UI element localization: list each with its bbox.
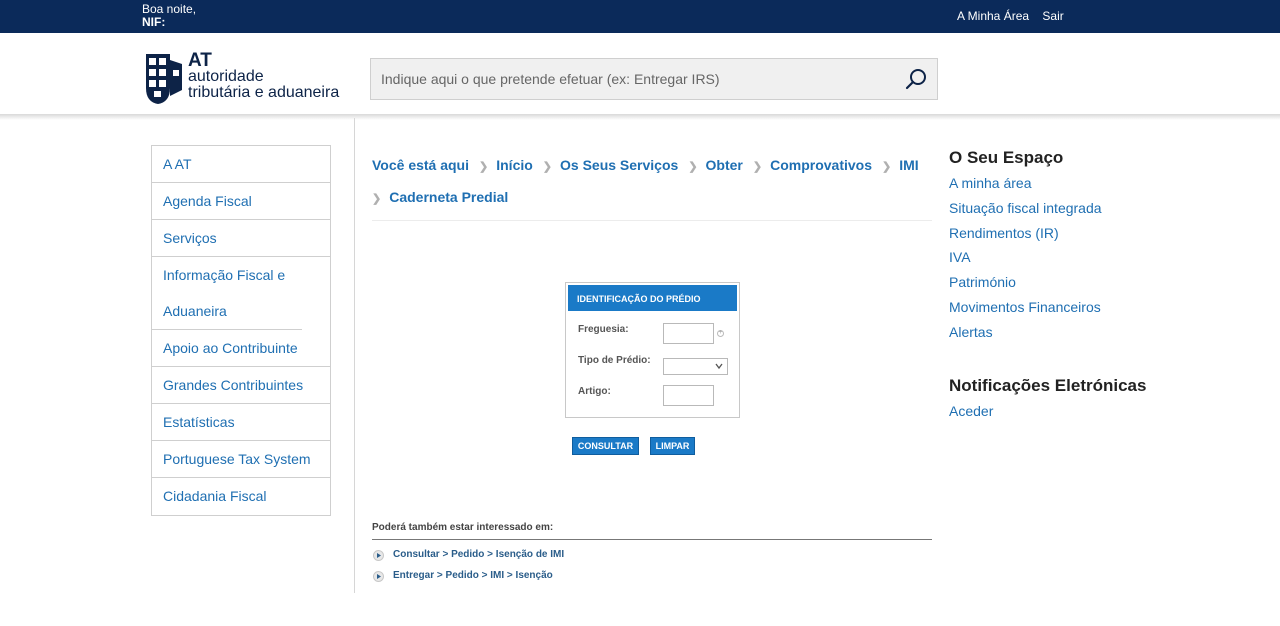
my-space-link-iva[interactable]: IVA	[949, 245, 1164, 270]
chevron-right-icon: ❯	[542, 161, 553, 173]
my-space-link-rendimentos[interactable]: Rendimentos (IR)	[949, 221, 1164, 246]
my-space-link-patrimonio[interactable]: Património	[949, 270, 1164, 295]
my-space-panel: O Seu Espaço A minha área Situação fisca…	[949, 148, 1164, 423]
chevron-right-icon: ❯	[479, 161, 489, 173]
logo-line2: autoridade	[188, 68, 264, 85]
related-link-label: Entregar > Pedido > IMI > Isenção	[393, 570, 553, 581]
play-bullet-icon	[373, 550, 384, 561]
my-space-title: O Seu Espaço	[949, 148, 1064, 167]
sidebar-item-grandes-contribuintes[interactable]: Grandes Contribuintes	[152, 367, 330, 404]
sidebar-item-cidadania-fiscal[interactable]: Cidadania Fiscal	[152, 478, 330, 515]
notifications-access-link[interactable]: Aceder	[949, 399, 1164, 424]
breadcrumb-divider	[372, 220, 932, 221]
breadcrumb-you-are-here: Você está aqui	[372, 157, 470, 173]
logo-line3: tributária e aduaneira	[188, 84, 340, 101]
related-heading: Poderá também estar interessado em:	[372, 522, 932, 540]
sidebar: A AT Agenda Fiscal Serviços Informação F…	[151, 145, 331, 516]
breadcrumb-caderneta-predial[interactable]: Caderneta Predial	[389, 182, 508, 212]
search-input[interactable]	[381, 69, 881, 89]
my-space-link-a-minha-area[interactable]: A minha área	[949, 171, 1164, 196]
top-bar: Boa noite, NIF: A Minha Área Sair	[0, 0, 1280, 33]
sidebar-item-servicos[interactable]: Serviços	[152, 220, 330, 257]
form-title: IDENTIFICAÇÃO DO PRÉDIO	[568, 285, 737, 311]
freguesia-label: Freguesia:	[578, 324, 629, 335]
notifications-title: Notificações Eletrónicas	[949, 375, 1147, 395]
breadcrumb-imi[interactable]: IMI	[899, 150, 918, 180]
chevron-right-icon: ❯	[752, 161, 763, 173]
header-shadow	[0, 114, 1280, 120]
my-space-link-situacao-fiscal[interactable]: Situação fiscal integrada	[949, 196, 1164, 221]
sidebar-item-estatisticas[interactable]: Estatísticas	[152, 404, 330, 441]
logo-text: AT autoridade tributária e aduaneira	[188, 50, 340, 101]
sidebar-item-apoio-contribuinte[interactable]: Apoio ao Contribuinte	[152, 330, 330, 367]
freguesia-field[interactable]	[663, 323, 714, 344]
tipo-predio-select[interactable]	[663, 358, 728, 375]
my-space-link-movimentos[interactable]: Movimentos Financeiros	[949, 295, 1164, 320]
play-bullet-icon	[373, 571, 384, 582]
search-box	[370, 58, 938, 100]
my-space-link-alertas[interactable]: Alertas	[949, 320, 1164, 345]
chevron-down-icon	[715, 363, 723, 370]
breadcrumb-obter[interactable]: Obter	[706, 150, 743, 180]
sidebar-item-agenda-fiscal[interactable]: Agenda Fiscal	[152, 183, 330, 220]
chevron-right-icon: ❯	[882, 161, 892, 173]
artigo-label: Artigo:	[578, 386, 611, 397]
chevron-right-icon: ❯	[688, 161, 698, 173]
related-link-label: Consultar > Pedido > Isenção de IMI	[393, 549, 565, 560]
consultar-button[interactable]: CONSULTAR	[572, 437, 639, 455]
artigo-field[interactable]	[663, 385, 714, 406]
column-divider	[354, 118, 355, 593]
shield-emblem-icon	[146, 54, 182, 104]
related-link[interactable]: Consultar > Pedido > Isenção de IMI	[372, 549, 932, 562]
breadcrumb-comprovativos[interactable]: Comprovativos	[770, 150, 872, 180]
limpar-button[interactable]: LIMPAR	[650, 437, 695, 455]
logo-line1: AT	[188, 50, 212, 71]
at-logo[interactable]: AT autoridade tributária e aduaneira	[144, 50, 359, 108]
sidebar-item-a-at[interactable]: A AT	[152, 146, 330, 183]
sidebar-item-portuguese-tax-system[interactable]: Portuguese Tax System	[152, 441, 330, 478]
chevron-right-icon: ❯	[372, 193, 382, 205]
sidebar-item-informacao-fiscal[interactable]: Informação Fiscal e Aduaneira	[152, 257, 302, 330]
property-identification-form: IDENTIFICAÇÃO DO PRÉDIO Freguesia: + Tip…	[565, 282, 740, 418]
related-links: Poderá também estar interessado em: Cons…	[372, 522, 932, 583]
lookup-icon[interactable]: +	[717, 330, 724, 337]
related-link[interactable]: Entregar > Pedido > IMI > Isenção	[372, 570, 932, 583]
top-links: A Minha Área Sair	[957, 9, 1074, 23]
my-area-link[interactable]: A Minha Área	[957, 9, 1029, 23]
nif-label: NIF:	[142, 15, 166, 29]
breadcrumb: Você está aqui ❯ Início ❯ Os Seus Serviços ❯ O…	[372, 150, 932, 214]
breadcrumb-inicio[interactable]: Início	[496, 150, 533, 180]
user-greeting: Boa noite, NIF:	[142, 3, 196, 29]
logout-link[interactable]: Sair	[1042, 9, 1063, 23]
search-icon[interactable]	[905, 67, 929, 91]
tipo-predio-label: Tipo de Prédio:	[578, 355, 651, 366]
breadcrumb-os-seus-servicos[interactable]: Os Seus Serviços	[560, 150, 678, 180]
